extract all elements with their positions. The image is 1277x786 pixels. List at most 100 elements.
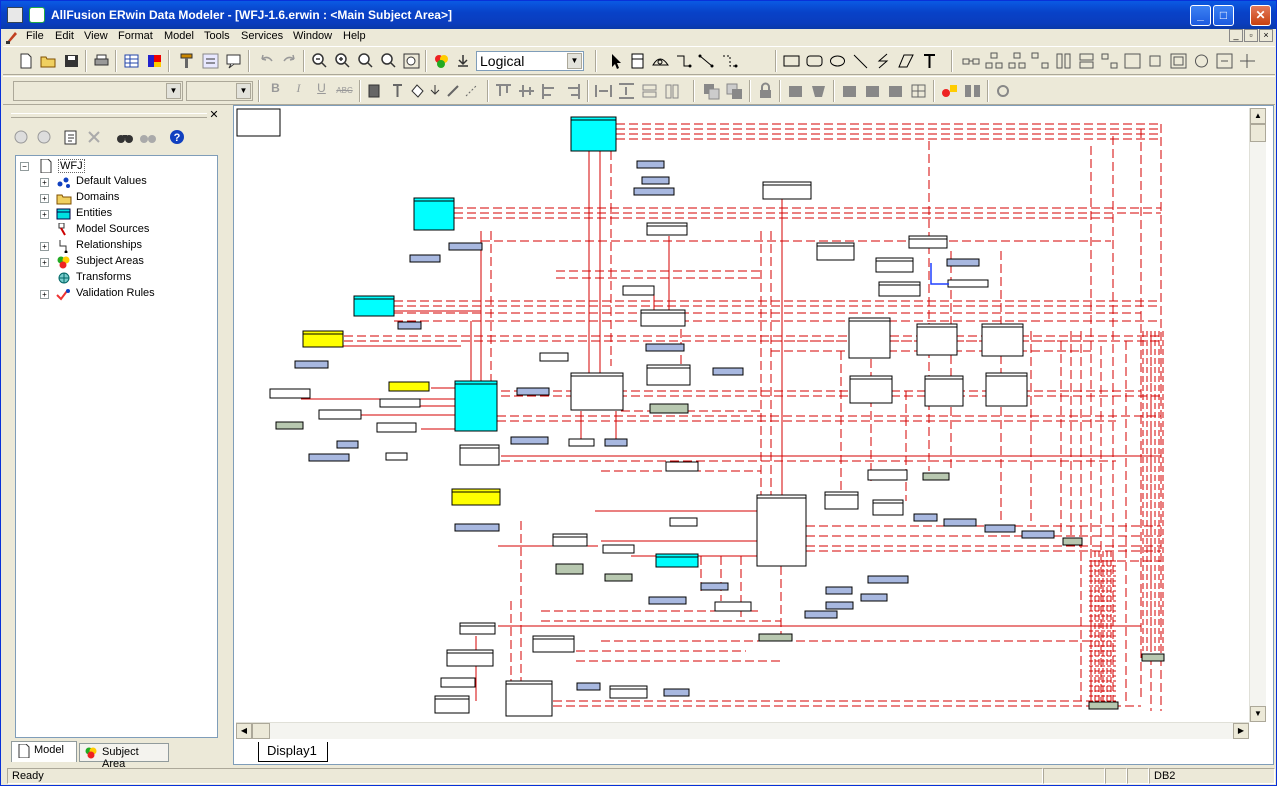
entity-box[interactable] xyxy=(1141,653,1165,662)
model-icon-2[interactable] xyxy=(808,81,829,101)
tree-item-default-values[interactable]: + Default Values xyxy=(40,174,210,190)
minimize-button[interactable]: _ xyxy=(1190,5,1211,26)
align-icon[interactable] xyxy=(200,51,221,71)
entity-box[interactable] xyxy=(646,222,688,236)
undo-icon[interactable] xyxy=(256,51,277,71)
entity-box[interactable] xyxy=(825,586,853,595)
pane-close-icon[interactable]: ✕ xyxy=(208,110,220,121)
font-size-select[interactable]: ▼ xyxy=(186,81,253,101)
entity-box[interactable] xyxy=(555,563,584,575)
entity-box[interactable] xyxy=(908,235,948,249)
entity-box[interactable] xyxy=(302,330,344,348)
ellipse-icon[interactable] xyxy=(827,51,848,71)
strikethrough-icon[interactable]: ABC xyxy=(334,81,355,101)
entity-box[interactable] xyxy=(413,197,455,231)
export-icon[interactable] xyxy=(862,81,883,101)
entity-box[interactable] xyxy=(385,452,408,461)
space-horiz-icon[interactable] xyxy=(593,81,614,101)
tree-item-model-sources[interactable]: Model Sources xyxy=(40,222,210,238)
mdi-close-button[interactable]: × xyxy=(1259,29,1273,42)
expand-icon[interactable]: + xyxy=(40,258,49,267)
entity-box[interactable] xyxy=(379,398,421,408)
expand-icon[interactable]: + xyxy=(40,242,49,251)
collapse-icon[interactable]: − xyxy=(20,162,29,171)
entity-box[interactable] xyxy=(454,380,498,432)
entity-box[interactable] xyxy=(576,682,601,691)
entity-box[interactable] xyxy=(532,635,575,653)
menu-format[interactable]: Format xyxy=(118,30,153,42)
layout-7-icon[interactable] xyxy=(1099,51,1120,71)
scroll-right-icon[interactable]: ▶ xyxy=(1233,723,1249,739)
entity-box[interactable] xyxy=(454,523,500,532)
layout-6-icon[interactable] xyxy=(1076,51,1097,71)
mdi-minimize-button[interactable]: _ xyxy=(1229,29,1243,42)
report-icon[interactable] xyxy=(885,81,906,101)
entity-box[interactable] xyxy=(665,461,699,472)
entity-box[interactable] xyxy=(275,421,304,430)
entity-box[interactable] xyxy=(552,533,588,547)
tree-item-entities[interactable]: + Entities xyxy=(40,206,210,222)
model-icon-1[interactable] xyxy=(785,81,806,101)
entity-box[interactable] xyxy=(388,381,430,392)
underline-icon[interactable]: U xyxy=(311,81,332,101)
entity-box[interactable] xyxy=(875,257,914,273)
zoom-in-icon[interactable] xyxy=(332,51,353,71)
find-icon[interactable] xyxy=(115,127,135,147)
entity-box[interactable] xyxy=(448,242,483,251)
horizontal-scroll-thumb[interactable] xyxy=(252,723,270,739)
send-back-icon[interactable] xyxy=(724,81,745,101)
entity-box[interactable] xyxy=(570,372,624,411)
layout-13-icon[interactable] xyxy=(1237,51,1258,71)
entity-box[interactable] xyxy=(655,553,699,568)
chevron-down-icon[interactable]: ▼ xyxy=(166,83,181,99)
compare-icon[interactable] xyxy=(962,81,983,101)
tree-item-subject-areas[interactable]: + Subject Areas xyxy=(40,254,210,270)
selected-relationship-line[interactable] xyxy=(930,263,949,285)
overview-thumbnail[interactable] xyxy=(236,108,281,137)
entity-box[interactable] xyxy=(756,494,807,567)
align-left-icon[interactable] xyxy=(539,81,560,101)
close-button[interactable]: ✕ xyxy=(1250,5,1271,26)
entity-box[interactable] xyxy=(446,649,494,667)
category-tool-icon[interactable] xyxy=(650,51,671,71)
entity-box[interactable] xyxy=(758,633,793,642)
menu-tools[interactable]: Tools xyxy=(204,30,230,42)
entity-box[interactable] xyxy=(984,524,1016,533)
layout-11-icon[interactable] xyxy=(1191,51,1212,71)
tree-item-validation-rules[interactable]: + Validation Rules xyxy=(40,286,210,302)
line-icon[interactable] xyxy=(850,51,871,71)
entity-box[interactable] xyxy=(633,187,675,196)
menu-window[interactable]: Window xyxy=(293,30,332,42)
entity-box[interactable] xyxy=(872,499,904,516)
entity-box[interactable] xyxy=(451,488,501,506)
grid-icon[interactable] xyxy=(121,51,142,71)
layout-2-icon[interactable] xyxy=(984,51,1005,71)
layout-9-icon[interactable] xyxy=(1145,51,1166,71)
non-identifying-rel-icon[interactable] xyxy=(719,51,740,71)
entity-box[interactable] xyxy=(913,513,938,522)
bring-front-icon[interactable] xyxy=(701,81,722,101)
expand-icon[interactable]: + xyxy=(40,178,49,187)
table-icon[interactable] xyxy=(908,81,929,101)
line-style-icon[interactable] xyxy=(461,81,482,101)
same-width-icon[interactable] xyxy=(639,81,660,101)
document-menu-icon[interactable] xyxy=(5,30,19,44)
chevron-down-icon[interactable]: ▼ xyxy=(236,83,251,99)
entity-box[interactable] xyxy=(516,387,550,396)
entity-box[interactable] xyxy=(505,680,553,717)
view-mode-select[interactable]: Logical ▼ xyxy=(476,51,584,71)
tree-item-domains[interactable]: + Domains xyxy=(40,190,210,206)
vertical-scroll-thumb[interactable] xyxy=(1250,124,1266,142)
wizard-icon[interactable] xyxy=(939,81,960,101)
mdi-restore-button[interactable]: ▫ xyxy=(1244,29,1258,42)
entity-box[interactable] xyxy=(985,372,1028,407)
entity-box[interactable] xyxy=(860,593,888,602)
open-icon[interactable] xyxy=(38,51,59,71)
tree-item-transforms[interactable]: Transforms xyxy=(40,270,210,286)
layout-10-icon[interactable] xyxy=(1168,51,1189,71)
entity-box[interactable] xyxy=(604,438,628,447)
network-icon[interactable] xyxy=(993,81,1014,101)
entity-box[interactable] xyxy=(648,596,687,605)
redo-icon[interactable] xyxy=(279,51,300,71)
scroll-left-icon[interactable]: ◀ xyxy=(236,723,252,739)
